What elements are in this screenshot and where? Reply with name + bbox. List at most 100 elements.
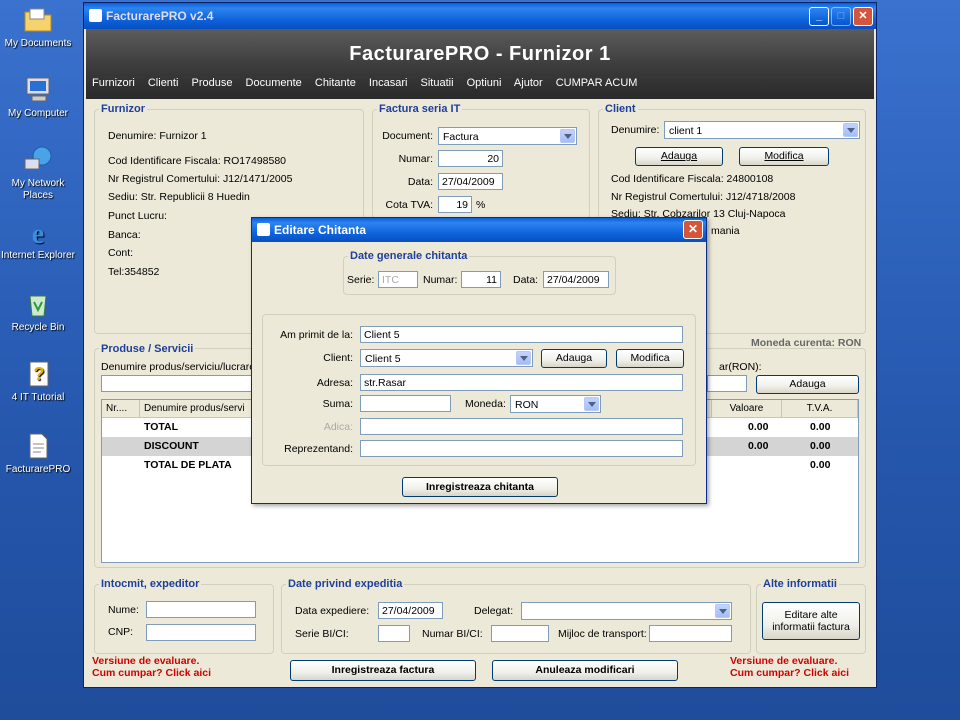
expeditia-data-input[interactable]: 27/04/2009 xyxy=(378,602,443,619)
dialog-titlebar[interactable]: Editare Chitanta ✕ xyxy=(252,218,706,242)
versiune-evaluare-left: Versiune de evaluare. xyxy=(92,655,200,667)
moneda-label: Moneda: xyxy=(465,398,506,410)
dialog-close-button[interactable]: ✕ xyxy=(683,220,703,239)
client-modifica-button[interactable]: Modifica xyxy=(739,147,829,166)
inregistreaza-chitanta-button[interactable]: Inregistreaza chitanta xyxy=(402,477,558,497)
dialog-adauga-button[interactable]: Adauga xyxy=(541,349,607,368)
reprezentand-input[interactable] xyxy=(360,440,683,457)
furnizor-banca: Banca: xyxy=(108,229,141,241)
factura-cota-input[interactable]: 19 xyxy=(438,196,472,213)
chevron-down-icon[interactable] xyxy=(843,123,858,137)
window-title: FacturarePRO v2.4 xyxy=(106,9,214,23)
main-titlebar[interactable]: FacturarePRO v2.4 _ □ ✕ xyxy=(84,3,876,29)
expeditia-mijloc-input[interactable] xyxy=(649,625,732,642)
app-header: FacturarePRO - Furnizor 1 Furnizori Clie… xyxy=(86,29,874,99)
desktop-icon-facturarepro[interactable]: FacturarePRO xyxy=(0,430,76,476)
menu-produse[interactable]: Produse xyxy=(192,77,233,89)
desktop-icon-4-it-tutorial[interactable]: ? 4 IT Tutorial xyxy=(0,358,76,404)
maximize-button[interactable]: □ xyxy=(831,7,851,26)
numar-input[interactable]: 11 xyxy=(461,271,501,288)
cum-cumpar-right-link[interactable]: Cum cumpar? Click aici xyxy=(730,667,849,679)
row-valoare: 0.00 xyxy=(748,440,769,452)
client-denumire-select[interactable]: client 1 xyxy=(664,121,860,139)
furnizor-tel: Tel:354852 xyxy=(108,266,160,278)
chevron-down-icon[interactable] xyxy=(560,129,575,143)
produse-title: Produse / Servicii xyxy=(99,343,196,355)
menu-furnizori[interactable]: Furnizori xyxy=(92,77,135,89)
column-header[interactable]: T.V.A. xyxy=(782,400,858,418)
expeditia-delegat-label: Delegat: xyxy=(474,605,514,617)
expeditia-numar-label: Numar BI/CI: xyxy=(422,628,483,640)
column-header[interactable]: Valoare xyxy=(712,400,782,418)
intocmit-nume-input[interactable] xyxy=(146,601,256,618)
menu-situatii[interactable]: Situatii xyxy=(421,77,454,89)
factura-document-value: Factura xyxy=(443,131,479,143)
menu-ajutor[interactable]: Ajutor xyxy=(514,77,543,89)
serie-input[interactable]: ITC xyxy=(378,271,418,288)
network-icon xyxy=(24,146,52,170)
desktop-icon-internet-explorer[interactable]: e Internet Explorer xyxy=(0,216,76,262)
client-adauga-button[interactable]: Adauga xyxy=(635,147,723,166)
produse-denumire-input[interactable] xyxy=(101,375,256,392)
anuleaza-modificari-button[interactable]: Anuleaza modificari xyxy=(492,660,678,681)
column-header[interactable]: Denumire produs/servi xyxy=(140,400,258,418)
factura-group: Factura seria IT Document: Factura Numar… xyxy=(372,103,590,219)
chevron-down-icon[interactable] xyxy=(715,604,730,618)
furnizor-cif: Cod Identificare Fiscala: RO17498580 xyxy=(108,155,287,167)
data-input[interactable]: 27/04/2009 xyxy=(543,271,609,288)
document-icon xyxy=(29,433,48,459)
factura-cota-label: Cota TVA: xyxy=(385,199,433,211)
expeditia-delegat-select[interactable] xyxy=(521,602,732,620)
editare-chitanta-dialog: Editare Chitanta ✕ Date generale chitant… xyxy=(251,217,707,504)
minimize-button[interactable]: _ xyxy=(809,7,829,26)
expeditia-numar-input[interactable] xyxy=(491,625,549,642)
menu-chitante[interactable]: Chitante xyxy=(315,77,356,89)
desktop-icon-recycle-bin[interactable]: Recycle Bin xyxy=(0,288,76,334)
alte-group: Alte informatii Editare alte informatii … xyxy=(756,578,866,654)
furnizor-nr-reg: Nr Registrul Comertului: J12/1471/2005 xyxy=(108,173,293,185)
menu-optiuni[interactable]: Optiuni xyxy=(467,77,502,89)
factura-title: Factura seria IT xyxy=(377,103,463,115)
client-tara: mania xyxy=(711,225,740,237)
intocmit-cnp-input[interactable] xyxy=(146,624,256,641)
menu-documente[interactable]: Documente xyxy=(246,77,302,89)
internet-explorer-icon: e xyxy=(32,219,44,248)
produse-pret-label: ar(RON): xyxy=(719,361,762,373)
produse-pret-input[interactable] xyxy=(707,375,747,392)
menu-incasari[interactable]: Incasari xyxy=(369,77,408,89)
serie-label: Serie: xyxy=(347,274,375,286)
editare-alte-informatii-button[interactable]: Editare alte informatii factura xyxy=(762,602,860,640)
menu-clienti[interactable]: Clienti xyxy=(148,77,179,89)
expeditia-title: Date privind expeditia xyxy=(286,578,405,590)
moneda-select[interactable]: RON xyxy=(510,395,601,413)
desktop-icon-my-computer[interactable]: My Computer xyxy=(0,74,76,120)
row-tva: 0.00 xyxy=(810,440,831,452)
adica-input[interactable] xyxy=(360,418,683,435)
close-button[interactable]: ✕ xyxy=(853,7,873,26)
menu-cumpar-acum[interactable]: CUMPAR ACUM xyxy=(556,77,638,89)
desktop-icon-my-network-places[interactable]: My Network Places xyxy=(0,144,76,202)
furnizor-title: Furnizor xyxy=(99,103,147,115)
inregistreaza-factura-button[interactable]: Inregistreaza factura xyxy=(290,660,476,681)
factura-document-select[interactable]: Factura xyxy=(438,127,577,145)
column-header[interactable]: Nr.... xyxy=(102,400,140,418)
chevron-down-icon[interactable] xyxy=(516,351,531,365)
am-primit-label: Am primit de la: xyxy=(280,329,353,341)
factura-data-input[interactable]: 27/04/2009 xyxy=(438,173,503,190)
cum-cumpar-left-link[interactable]: Cum cumpar? Click aici xyxy=(92,667,211,679)
computer-icon xyxy=(26,77,50,102)
client-title: Client xyxy=(603,103,638,115)
chevron-down-icon[interactable] xyxy=(584,397,599,411)
factura-numar-input[interactable]: 20 xyxy=(438,150,503,167)
dialog-modifica-button[interactable]: Modifica xyxy=(616,349,684,368)
suma-input[interactable] xyxy=(360,395,451,412)
data-label: Data: xyxy=(513,274,539,286)
expeditia-serie-input[interactable] xyxy=(378,625,410,642)
adresa-input[interactable]: str.Rasar xyxy=(360,374,683,391)
factura-cota-unit: % xyxy=(476,199,486,211)
client-select[interactable]: Client 5 xyxy=(360,349,533,367)
dialog-title: Editare Chitanta xyxy=(274,223,367,237)
produse-adauga-button[interactable]: Adauga xyxy=(756,375,859,394)
desktop-icon-my-documents[interactable]: My Documents xyxy=(0,4,76,50)
am-primit-input[interactable]: Client 5 xyxy=(360,326,683,343)
